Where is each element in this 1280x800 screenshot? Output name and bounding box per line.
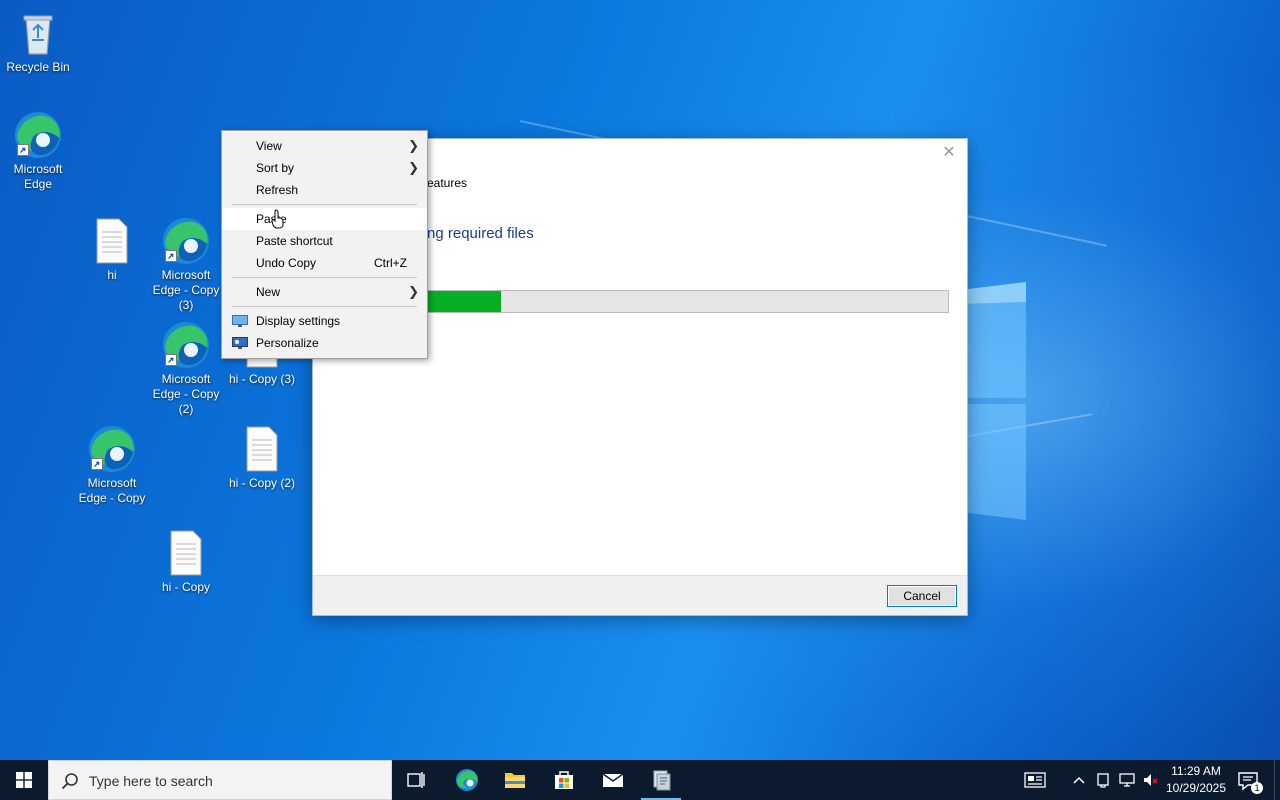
mail-icon xyxy=(602,773,624,787)
news-icon xyxy=(1024,772,1046,788)
desktop-icon-recycle-bin[interactable]: Recycle Bin xyxy=(0,8,76,75)
show-desktop-button[interactable] xyxy=(1274,760,1280,800)
chevron-right-icon: ❯ xyxy=(408,160,419,175)
desktop-icon-label: Microsoft Edge xyxy=(13,162,63,191)
dialog-title: eatures xyxy=(427,176,468,190)
setup-app-icon xyxy=(653,770,671,791)
desktop-icon-label: hi xyxy=(107,268,117,282)
menu-item-paste[interactable]: Paste xyxy=(222,208,427,230)
taskbar-clock[interactable]: 11:29 AM 10/29/2025 xyxy=(1158,763,1234,797)
shortcut-arrow-icon xyxy=(165,250,177,262)
show-hidden-icons-button[interactable] xyxy=(1069,770,1089,790)
text-document-icon xyxy=(161,528,211,578)
menu-item-label: Refresh xyxy=(256,183,299,197)
search-icon xyxy=(61,773,78,790)
display-icon xyxy=(232,315,248,327)
start-button[interactable] xyxy=(0,760,48,800)
edge-icon xyxy=(456,769,478,791)
desktop-icon-microsoft-edge-copy-2[interactable]: Microsoft Edge - Copy (2) xyxy=(148,320,224,417)
windows-logo-wallpaper xyxy=(960,282,1026,520)
menu-item-label: Display settings xyxy=(256,314,341,328)
action-center-button[interactable]: 1 xyxy=(1236,770,1263,794)
menu-item-display-settings[interactable]: Display settings xyxy=(222,310,427,332)
edge-icon xyxy=(87,424,137,474)
task-view-button[interactable] xyxy=(392,760,440,800)
device-icon xyxy=(1097,773,1109,788)
menu-item-label: Personalize xyxy=(256,336,319,350)
menu-item-label: Paste shortcut xyxy=(256,234,333,248)
desktop-icon-label: Microsoft Edge - Copy xyxy=(78,476,146,505)
menu-item-label: Paste xyxy=(256,212,287,226)
taskbar-store-button[interactable] xyxy=(540,760,588,800)
desktop-icon-label: hi - Copy (2) xyxy=(228,476,296,490)
network-icon xyxy=(1119,773,1135,787)
desktop-icon-label: Microsoft Edge - Copy (2) xyxy=(152,372,220,416)
edge-icon xyxy=(13,110,63,160)
close-icon[interactable]: ✕ xyxy=(939,143,959,163)
menu-item-label: View xyxy=(256,139,282,153)
dialog-heading: ng required files xyxy=(427,225,534,242)
menu-item-label: Undo Copy xyxy=(256,256,317,270)
chevron-up-icon xyxy=(1073,776,1085,784)
menu-item-label: New xyxy=(256,285,281,299)
chevron-right-icon: ❯ xyxy=(408,138,419,153)
desktop-icon-microsoft-edge-copy-3[interactable]: Microsoft Edge - Copy (3) xyxy=(148,216,224,313)
desktop-icon-label: hi - Copy xyxy=(161,580,211,594)
menu-item-label: Sort by xyxy=(256,161,295,175)
edge-icon xyxy=(161,216,211,266)
menu-item-new[interactable]: New ❯ xyxy=(222,281,427,303)
notification-count-badge: 1 xyxy=(1251,782,1263,794)
desktop-icon-hi-copy[interactable]: hi - Copy xyxy=(148,528,224,595)
shortcut-arrow-icon xyxy=(17,144,29,156)
windows-start-icon xyxy=(16,772,32,788)
taskbar: Type here to search 11:29 AM 10/29/2025 … xyxy=(0,760,1280,800)
edge-icon xyxy=(161,320,211,370)
menu-separator xyxy=(232,306,417,307)
taskbar-edge-button[interactable] xyxy=(443,760,491,800)
menu-item-paste-shortcut[interactable]: Paste shortcut xyxy=(222,230,427,252)
desktop-icon-label: hi - Copy (3) xyxy=(228,372,296,386)
text-document-icon xyxy=(237,424,287,474)
cancel-button[interactable]: Cancel xyxy=(887,585,957,607)
tray-network-button[interactable] xyxy=(1117,770,1137,790)
recycle-bin-icon xyxy=(13,8,63,58)
desktop-icon-hi[interactable]: hi xyxy=(74,216,150,283)
desktop-icon-label: Microsoft Edge - Copy (3) xyxy=(152,268,220,312)
taskbar-setup-app-button[interactable] xyxy=(637,760,685,800)
menu-separator xyxy=(232,204,417,205)
tray-device-button[interactable] xyxy=(1093,770,1113,790)
text-document-icon xyxy=(87,216,137,266)
file-explorer-icon xyxy=(505,773,525,788)
store-icon xyxy=(555,771,573,789)
clock-date: 10/29/2025 xyxy=(1165,781,1227,795)
search-placeholder: Type here to search xyxy=(89,773,213,789)
shortcut-arrow-icon xyxy=(165,354,177,366)
progress-bar xyxy=(343,290,949,313)
menu-item-shortcut: Ctrl+Z xyxy=(374,256,407,270)
desktop-icon-label: Recycle Bin xyxy=(6,60,70,74)
task-view-icon xyxy=(407,772,425,788)
chevron-right-icon: ❯ xyxy=(408,284,419,299)
news-widget-button[interactable] xyxy=(1024,770,1046,790)
taskbar-file-explorer-button[interactable] xyxy=(491,760,539,800)
taskbar-mail-button[interactable] xyxy=(589,760,637,800)
menu-separator xyxy=(232,277,417,278)
clock-time: 11:29 AM xyxy=(1171,764,1221,778)
menu-item-personalize[interactable]: Personalize xyxy=(222,332,427,354)
desktop-icon-microsoft-edge[interactable]: Microsoft Edge xyxy=(0,110,76,192)
taskbar-search-box[interactable]: Type here to search xyxy=(48,760,392,800)
desktop-context-menu: View ❯ Sort by ❯ Refresh Paste Paste sho… xyxy=(221,130,428,359)
desktop-icon-microsoft-edge-copy[interactable]: Microsoft Edge - Copy xyxy=(74,424,150,506)
personalize-icon xyxy=(232,337,248,349)
dialog-footer: Cancel xyxy=(313,575,967,615)
menu-item-refresh[interactable]: Refresh xyxy=(222,179,427,201)
menu-item-view[interactable]: View ❯ xyxy=(222,135,427,157)
shortcut-arrow-icon xyxy=(91,458,103,470)
desktop-icon-hi-copy-2[interactable]: hi - Copy (2) xyxy=(224,424,300,491)
menu-item-undo-copy[interactable]: Undo Copy Ctrl+Z xyxy=(222,252,427,274)
menu-item-sort-by[interactable]: Sort by ❯ xyxy=(222,157,427,179)
